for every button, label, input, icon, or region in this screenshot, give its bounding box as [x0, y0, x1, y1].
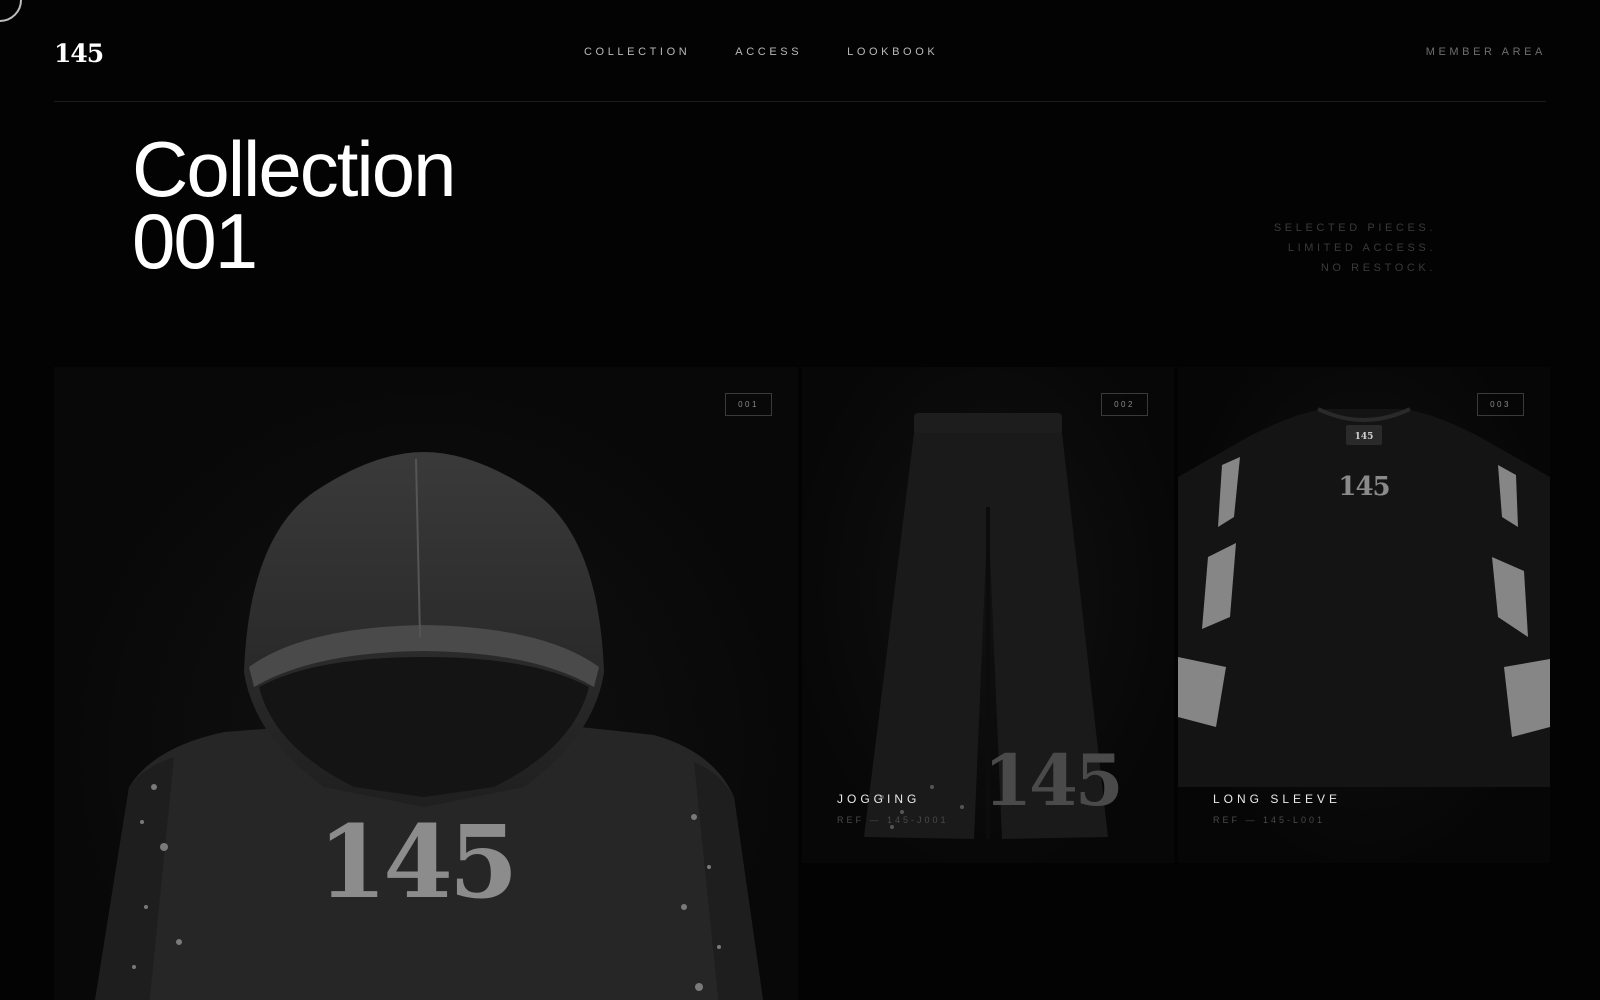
long-sleeve-image: 145 145	[1178, 407, 1550, 787]
hoodie-graphic: 145	[318, 803, 515, 921]
site-header: 145 COLLECTION ACCESS LOOKBOOK MEMBER AR…	[54, 36, 1546, 102]
tagline-line: LIMITED ACCESS.	[1287, 242, 1436, 254]
product-ref: REF — 145-L001	[1213, 815, 1326, 825]
hero: Collection 001	[132, 130, 457, 280]
product-card-jogging[interactable]: 145 002 JOGGING REF — 145-J001	[802, 367, 1174, 863]
member-area-link[interactable]: MEMBER AREA	[1426, 46, 1546, 58]
product-card-long-sleeve[interactable]: 145 145 003 LONG SLEEVE REF — 145-L001	[1178, 367, 1550, 863]
main-nav: COLLECTION ACCESS LOOKBOOK	[584, 46, 938, 58]
page-title: Collection 001	[132, 130, 457, 280]
product-index-badge: 003	[1477, 393, 1524, 416]
product-name: JOGGING	[837, 792, 921, 806]
nav-lookbook[interactable]: LOOKBOOK	[847, 46, 938, 58]
product-card-hoodie[interactable]: 145 001	[54, 367, 798, 1000]
nav-access[interactable]: ACCESS	[735, 46, 802, 58]
product-index-badge: 001	[725, 393, 772, 416]
page: 145 COLLECTION ACCESS LOOKBOOK MEMBER AR…	[0, 0, 1600, 1000]
title-line-2: 001	[132, 197, 258, 285]
product-ref: REF — 145-J001	[837, 815, 949, 825]
neck-label-graphic: 145	[1355, 432, 1374, 442]
jogging-image: 145	[864, 413, 1124, 839]
hoodie-image: 145	[95, 452, 763, 1000]
tagline: SELECTED PIECES. LIMITED ACCESS. NO REST…	[1274, 218, 1436, 278]
product-index-badge: 002	[1101, 393, 1148, 416]
tagline-line: SELECTED PIECES.	[1273, 222, 1436, 234]
product-name: LONG SLEEVE	[1213, 792, 1342, 806]
product-meta: LONG SLEEVE REF — 145-L001	[1213, 792, 1341, 825]
chest-graphic: 145	[1338, 472, 1389, 502]
logo[interactable]: 145	[54, 39, 104, 68]
nav-collection[interactable]: COLLECTION	[584, 46, 690, 58]
product-meta: JOGGING REF — 145-J001	[837, 792, 949, 825]
tagline-line: NO RESTOCK.	[1320, 262, 1436, 274]
corner-circle-icon[interactable]	[0, 0, 22, 22]
jogging-graphic: 145	[983, 739, 1120, 822]
